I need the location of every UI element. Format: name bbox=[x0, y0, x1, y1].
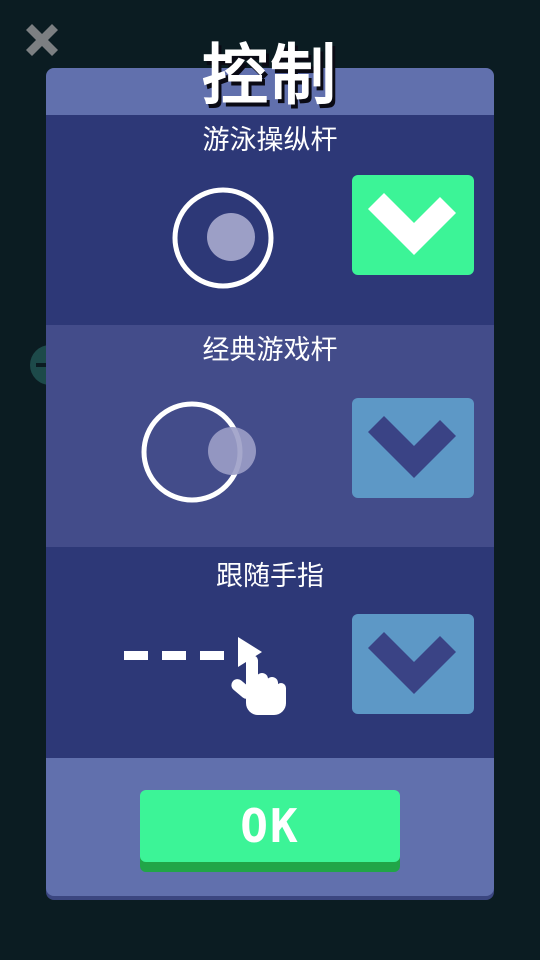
option-row-swim-joystick: 游泳操纵杆 bbox=[46, 115, 494, 325]
swim-joystick-icon bbox=[172, 187, 274, 289]
ok-button[interactable]: OK bbox=[140, 790, 400, 872]
checkmark-icon bbox=[368, 416, 456, 478]
select-classic-joystick-button[interactable] bbox=[352, 398, 474, 512]
follow-finger-icon bbox=[124, 637, 286, 715]
checkmark-icon bbox=[368, 632, 456, 694]
checkmark-icon bbox=[368, 193, 456, 255]
select-swim-joystick-button[interactable] bbox=[352, 175, 474, 289]
dialog-title: 控制 bbox=[202, 37, 338, 114]
ok-button-label: OK bbox=[240, 799, 300, 853]
classic-joystick-icon bbox=[141, 401, 256, 503]
option-row-follow-finger: 跟随手指 bbox=[46, 547, 494, 758]
option-label: 游泳操纵杆 bbox=[202, 125, 338, 156]
option-label: 跟随手指 bbox=[216, 561, 324, 592]
option-row-classic-joystick: 经典游戏杆 bbox=[46, 325, 494, 547]
option-label: 经典游戏杆 bbox=[202, 335, 338, 366]
select-follow-finger-button[interactable] bbox=[352, 614, 474, 728]
